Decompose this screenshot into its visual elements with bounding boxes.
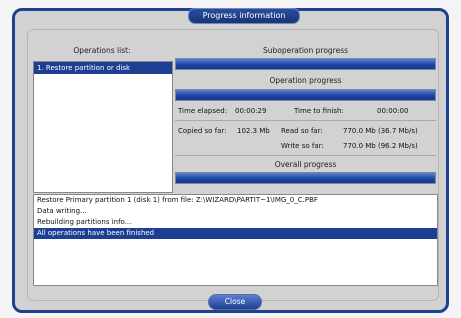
close-button[interactable]: Close bbox=[208, 294, 262, 310]
operation-progress-bar bbox=[175, 89, 436, 101]
progress-information-dialog: Progress information Operations list: 1.… bbox=[12, 8, 449, 313]
copied-label: Copied so far: bbox=[178, 127, 227, 135]
read-value: 770.0 Mb (36.7 Mb/s) bbox=[343, 127, 418, 135]
time-to-finish-value: 00:00:00 bbox=[377, 107, 409, 115]
stats-separator bbox=[175, 155, 436, 156]
operation-log-list[interactable]: Restore Primary partition 1 (disk 1) fro… bbox=[33, 194, 438, 286]
time-to-finish-label: Time to finish: bbox=[294, 107, 344, 115]
operations-list-header: Operations list: bbox=[73, 46, 131, 55]
log-line[interactable]: Rebuilding partitions info... bbox=[34, 217, 437, 228]
stats-separator bbox=[175, 120, 436, 121]
overall-progress-label: Overall progress bbox=[274, 160, 337, 169]
time-elapsed-label: Time elapsed: bbox=[178, 107, 228, 115]
read-label: Read so far: bbox=[281, 127, 323, 135]
copied-value: 102.3 Mb bbox=[237, 127, 270, 135]
time-elapsed-value: 00:00:29 bbox=[235, 107, 267, 115]
suboperation-progress-label: Suboperation progress bbox=[262, 46, 349, 55]
log-line[interactable]: Restore Primary partition 1 (disk 1) fro… bbox=[34, 195, 437, 206]
operations-list[interactable]: 1. Restore partition or disk bbox=[33, 61, 173, 193]
log-line-selected[interactable]: All operations have been finished bbox=[34, 228, 437, 239]
operation-progress-label: Operation progress bbox=[269, 76, 342, 85]
suboperation-progress-bar bbox=[175, 58, 436, 70]
operations-list-item[interactable]: 1. Restore partition or disk bbox=[34, 62, 172, 74]
log-line[interactable]: Data writing... bbox=[34, 206, 437, 217]
write-label: Write so far: bbox=[281, 142, 324, 150]
overall-progress-bar bbox=[175, 172, 436, 184]
dialog-title: Progress information bbox=[188, 8, 300, 24]
write-value: 770.0 Mb (96.2 Mb/s) bbox=[343, 142, 418, 150]
